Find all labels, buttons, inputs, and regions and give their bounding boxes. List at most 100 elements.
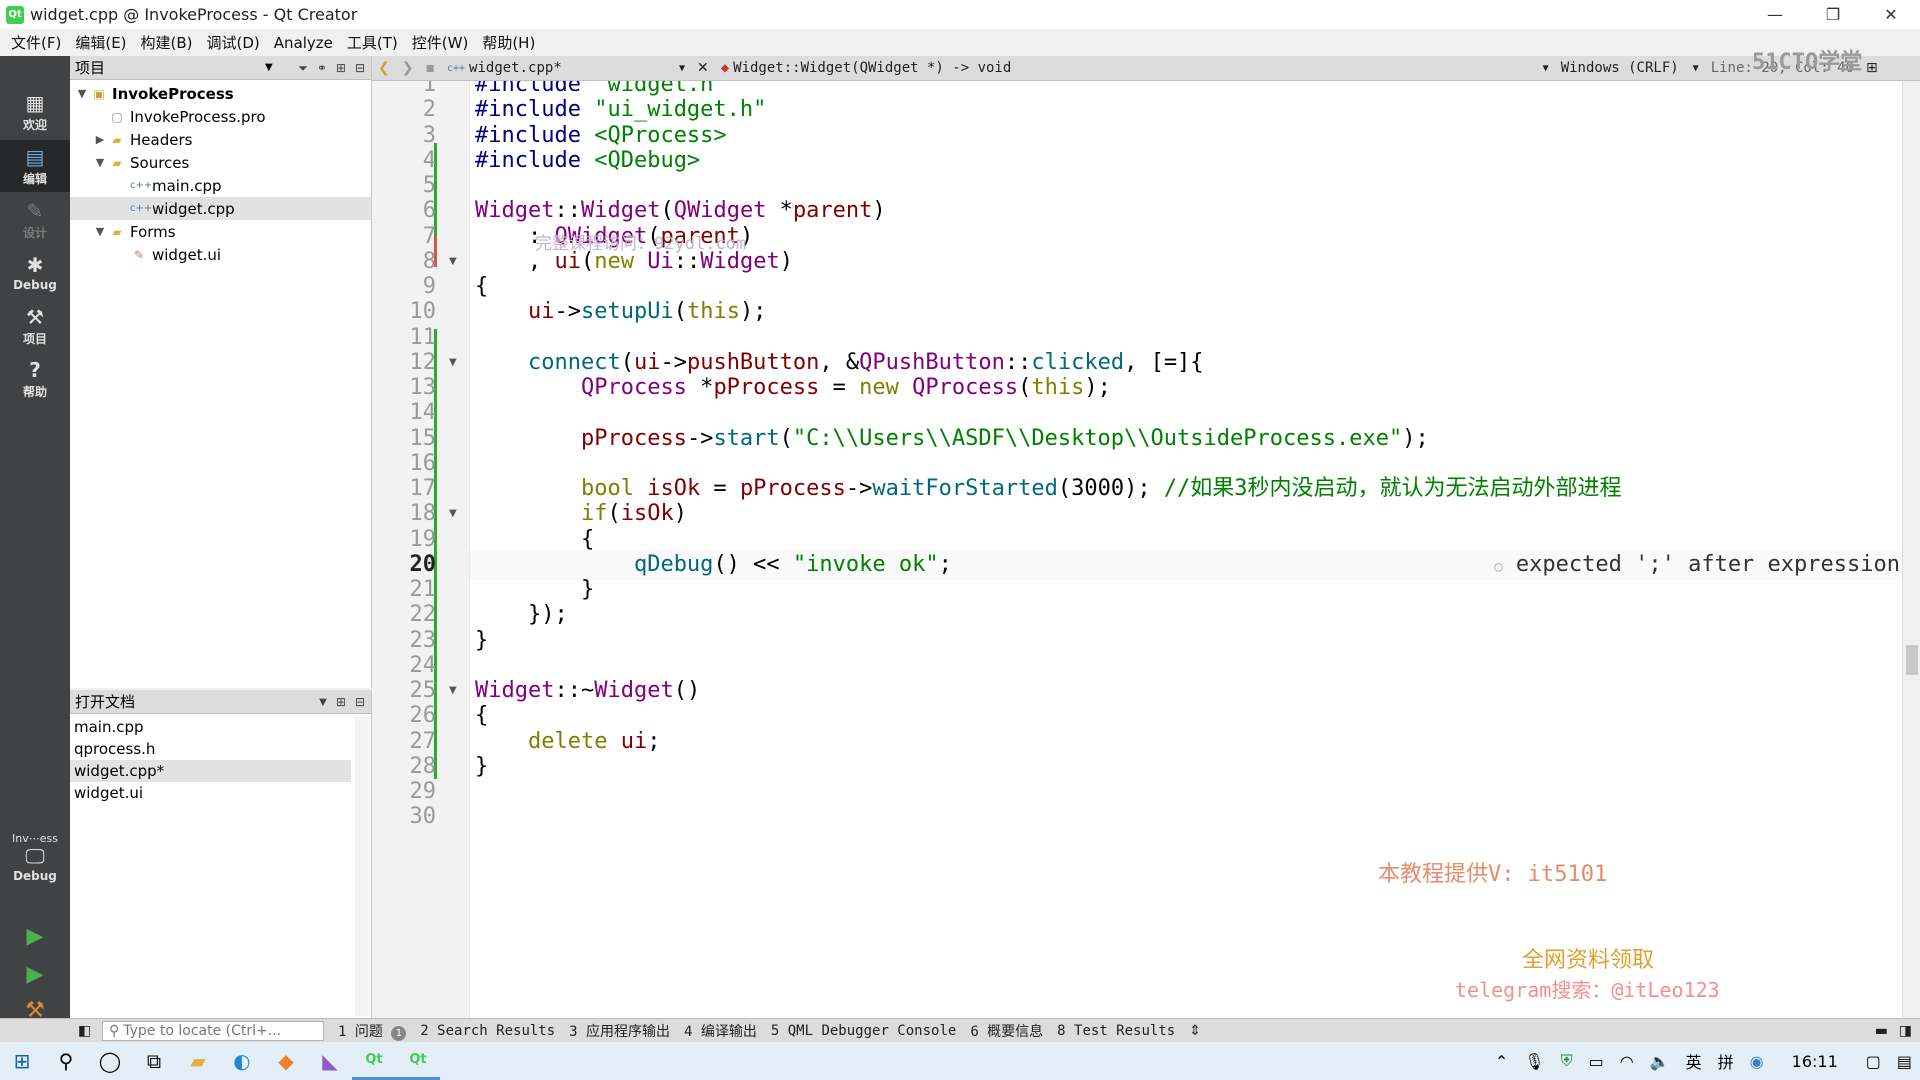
back-icon[interactable]: ❮ xyxy=(372,56,396,81)
tab-qml-debugger[interactable]: 5 QML Debugger Console xyxy=(771,1023,956,1039)
locator-input[interactable]: ⚲ Type to locate (Ctrl+... xyxy=(102,1020,324,1041)
mode-welcome[interactable]: ▦ 欢迎 xyxy=(0,86,70,138)
cortana-icon[interactable]: ◯ xyxy=(88,1042,132,1080)
expand-arrow-icon[interactable]: ▼ xyxy=(74,87,90,100)
tree-node-headers[interactable]: ▶ ▰ Headers xyxy=(70,128,371,151)
close-button[interactable]: ✕ xyxy=(1862,0,1920,29)
symbol-selector[interactable]: ◆ Widget::Widget(QWidget *) -> void ▼ xyxy=(715,56,1555,81)
tab-issues[interactable]: 1 问题 1 xyxy=(338,1021,407,1041)
menu-build[interactable]: 构建(B) xyxy=(134,32,200,53)
wifi-icon[interactable]: ◠ xyxy=(1612,1052,1642,1071)
line-ending-selector[interactable]: Windows (CRLF) ▼ xyxy=(1555,56,1705,81)
code-line[interactable]: }); xyxy=(475,599,568,630)
clock[interactable]: 16:11 xyxy=(1772,1052,1858,1071)
tab-test-results[interactable]: 8 Test Results xyxy=(1057,1023,1175,1039)
search-icon[interactable]: ⚲ xyxy=(44,1042,88,1080)
scrollbar-thumb[interactable] xyxy=(1906,645,1918,675)
more-tabs-icon[interactable]: ⇕ xyxy=(1189,1023,1201,1039)
notification-icon[interactable]: ▢ xyxy=(1858,1052,1889,1071)
tab-general-messages[interactable]: 6 概要信息 xyxy=(970,1021,1043,1041)
tree-node-invokeprocess[interactable]: ▼ ▣ InvokeProcess xyxy=(70,82,371,105)
restore-button[interactable]: ❐ xyxy=(1804,0,1862,29)
split-icon[interactable]: ⊞ xyxy=(336,695,346,709)
tray-expand-icon[interactable]: ⌃ xyxy=(1487,1052,1516,1071)
panel-dropdown-icon[interactable]: ▼ xyxy=(265,62,273,73)
app-icon[interactable]: ◆ xyxy=(264,1042,308,1080)
file-selector[interactable]: c++ widget.cpp* ▼ xyxy=(441,56,691,81)
toggle-output-icon[interactable]: ◨ xyxy=(1899,1023,1912,1039)
tree-node-pro-file[interactable]: ▢ InvokeProcess.pro xyxy=(70,105,371,128)
tab-search-results[interactable]: 2 Search Results xyxy=(420,1023,555,1039)
battery-icon[interactable]: ▭ xyxy=(1581,1052,1612,1071)
edge-icon[interactable]: ◐ xyxy=(220,1042,264,1080)
qt-creator-task-icon[interactable]: Qt xyxy=(352,1042,396,1080)
menu-file[interactable]: 文件(F) xyxy=(4,32,68,53)
security-icon[interactable]: ⛨ xyxy=(1553,1051,1581,1071)
tree-node-widget-ui[interactable]: ✎ widget.ui xyxy=(70,243,371,266)
code-editor[interactable]: ○ expected ';' after expression 1 #includ… xyxy=(372,81,1920,1018)
windows-start-icon[interactable]: ⊞ xyxy=(0,1042,44,1080)
sync-icon[interactable]: ◉ xyxy=(1742,1052,1772,1071)
code-line[interactable]: pProcess->start("C:\\Users\\ASDF\\Deskto… xyxy=(475,423,1429,454)
microphone-icon[interactable]: 🎙 xyxy=(1516,1052,1552,1071)
mode-debug[interactable]: ✱ Debug xyxy=(0,247,70,299)
code-line[interactable]: #include <QDebug> xyxy=(475,145,700,176)
volume-icon[interactable]: 🔈 xyxy=(1642,1052,1678,1071)
code-line[interactable]: } xyxy=(475,751,488,782)
open-doc-item[interactable]: widget.cpp* xyxy=(70,760,351,782)
fold-marker-icon[interactable]: ▼ xyxy=(449,675,457,706)
file-explorer-icon[interactable]: ▰ xyxy=(176,1042,220,1080)
split-icon[interactable]: ⊞ xyxy=(336,61,346,75)
action-center-icon[interactable]: ▤ xyxy=(1889,1052,1920,1071)
code-line[interactable]: ui->setupUi(this); xyxy=(475,296,766,327)
code-line[interactable]: Widget::~Widget() xyxy=(475,675,700,706)
tree-node-sources[interactable]: ▼ ▰ Sources xyxy=(70,151,371,174)
tree-node-main-cpp[interactable]: c++ main.cpp xyxy=(70,174,371,197)
open-docs-scrollbar[interactable] xyxy=(355,716,369,1016)
code-line[interactable]: delete ui; xyxy=(475,726,660,757)
tab-application-output[interactable]: 3 应用程序输出 xyxy=(569,1021,670,1041)
task-view-icon[interactable]: ⧉ xyxy=(132,1042,176,1080)
minimize-button[interactable]: — xyxy=(1746,0,1804,29)
code-line[interactable]: QProcess *pProcess = new QProcess(this); xyxy=(475,372,1111,403)
filter-icon[interactable]: ⏷ xyxy=(298,61,308,76)
tree-node-forms[interactable]: ▼ ▰ Forms xyxy=(70,220,371,243)
menu-analyze[interactable]: Analyze xyxy=(267,34,340,52)
close-panel-icon[interactable]: ⊟ xyxy=(355,61,365,75)
mode-design[interactable]: ✎ 设计 xyxy=(0,194,70,246)
tab-compile-output[interactable]: 4 编译输出 xyxy=(684,1021,757,1041)
mode-help[interactable]: ? 帮助 xyxy=(0,353,70,405)
code-line[interactable]: } xyxy=(475,625,488,656)
ime-language[interactable]: 英 xyxy=(1678,1049,1710,1073)
fold-marker-icon[interactable]: ▼ xyxy=(449,498,457,529)
progress-icon[interactable]: ▬ xyxy=(1875,1023,1888,1039)
expand-arrow-icon[interactable]: ▼ xyxy=(92,156,108,169)
debug-run-button[interactable]: ▶ xyxy=(0,962,70,987)
toggle-sidebar-icon[interactable]: ◧ xyxy=(78,1023,91,1039)
ime-mode[interactable]: 拼 xyxy=(1710,1049,1742,1073)
expand-arrow-icon[interactable]: ▼ xyxy=(92,225,108,238)
mode-edit[interactable]: ▤ 编辑 xyxy=(0,140,70,192)
open-doc-item[interactable]: qprocess.h xyxy=(70,738,351,760)
qt-app-task-icon[interactable]: Qt xyxy=(396,1042,440,1080)
menu-debug[interactable]: 调试(D) xyxy=(200,32,267,53)
menu-edit[interactable]: 编辑(E) xyxy=(68,32,133,53)
dropdown-icon[interactable]: ▼ xyxy=(319,697,327,708)
mode-projects[interactable]: ⚒ 项目 xyxy=(0,300,70,352)
kit-selector[interactable]: Inv⋯ess 🖵 Debug xyxy=(0,831,70,883)
close-panel-icon[interactable]: ⊟ xyxy=(355,695,365,709)
menu-tools[interactable]: 工具(T) xyxy=(340,32,405,53)
fold-marker-icon[interactable]: ▼ xyxy=(449,347,457,378)
tree-node-widget-cpp[interactable]: c++ widget.cpp xyxy=(70,197,371,220)
forward-icon[interactable]: ❯ xyxy=(396,56,420,81)
visual-studio-icon[interactable]: ◣ xyxy=(308,1042,352,1080)
menu-widgets[interactable]: 控件(W) xyxy=(405,32,476,53)
fold-marker-icon[interactable]: ▼ xyxy=(449,246,457,277)
editor-scrollbar[interactable] xyxy=(1902,81,1920,1018)
collapse-arrow-icon[interactable]: ▶ xyxy=(92,133,108,146)
open-doc-item[interactable]: widget.ui xyxy=(70,782,351,804)
open-doc-item[interactable]: main.cpp xyxy=(70,716,351,738)
close-file-icon[interactable]: ✕ xyxy=(691,56,715,81)
split-icon[interactable]: ⊞ xyxy=(1860,56,1884,81)
menu-help[interactable]: 帮助(H) xyxy=(475,32,542,53)
